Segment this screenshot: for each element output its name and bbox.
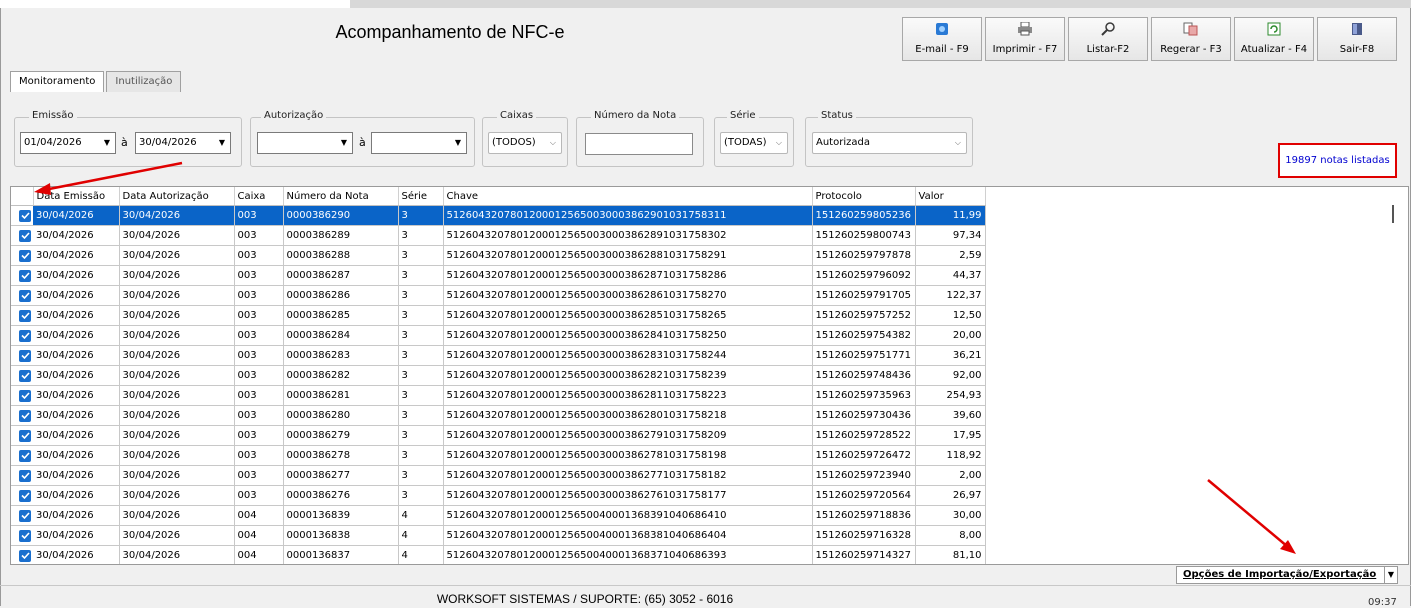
annotation-arrow-options bbox=[1207, 479, 1296, 554]
annotation-arrow-checkbox bbox=[34, 161, 183, 195]
annotation-arrows bbox=[34, 161, 1296, 554]
